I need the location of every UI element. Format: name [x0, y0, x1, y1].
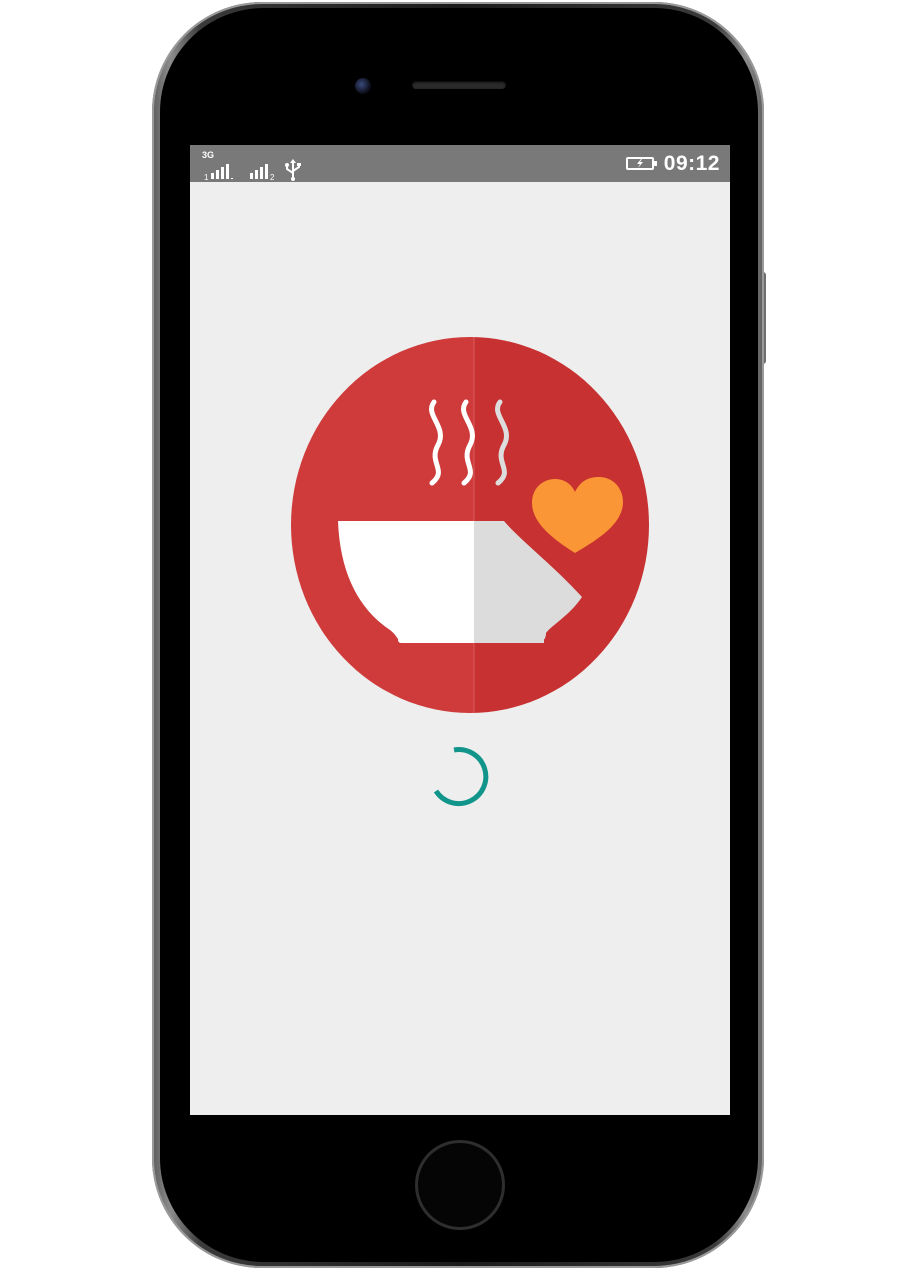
front-camera	[355, 78, 371, 94]
signal-sim1-icon: 1	[204, 164, 233, 181]
signal-sim2-icon: 2	[250, 164, 275, 181]
status-left-icons: 1 2	[202, 155, 302, 181]
soup-bowl-heart-logo	[291, 337, 649, 713]
status-clock: 09:12	[663, 151, 720, 175]
earpiece-speaker	[412, 81, 506, 89]
usb-icon	[285, 159, 301, 181]
status-bar: 3G 1 2 09:12	[190, 145, 730, 182]
status-right-icons: 09:12	[625, 145, 720, 182]
loading-spinner-icon	[433, 747, 489, 807]
home-button[interactable]	[415, 1140, 505, 1230]
svg-text:2: 2	[270, 173, 275, 181]
app-screen: 3G 1 2 09:12	[190, 145, 730, 1115]
svg-text:1: 1	[204, 173, 209, 181]
battery-charging-icon	[625, 157, 657, 170]
device-mockup: 3G 1 2 09:12	[0, 0, 920, 1271]
